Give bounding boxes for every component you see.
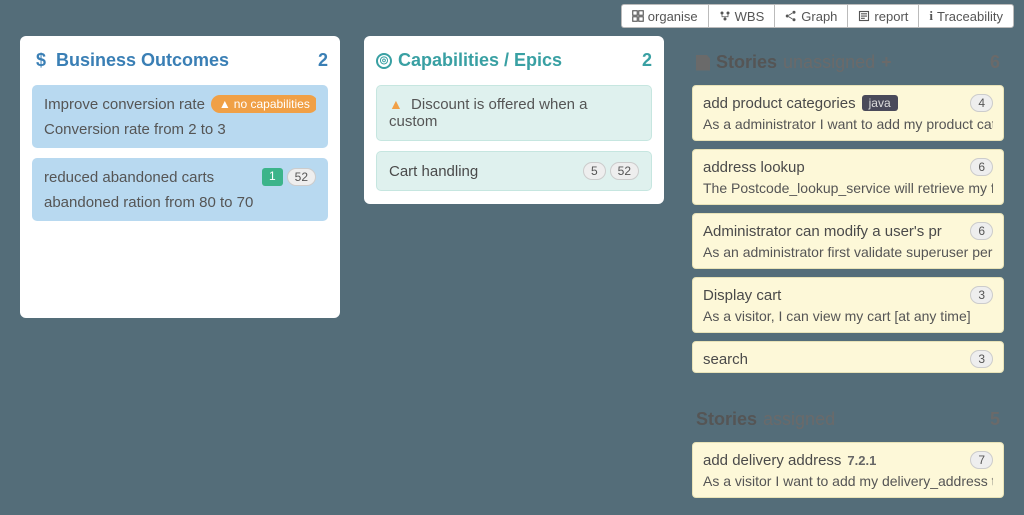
story-title: add product categories: [703, 95, 856, 112]
count-badge: 1: [262, 168, 283, 186]
story-desc: As a visitor I want to add my delivery_a…: [703, 473, 993, 489]
report-icon: [858, 10, 870, 22]
traceability-button[interactable]: i Traceability: [918, 4, 1014, 28]
graph-button[interactable]: Graph: [774, 4, 847, 28]
graph-icon: [785, 10, 797, 22]
capabilities-count: 2: [642, 50, 652, 71]
outcomes-header: $ Business Outcomes 2: [32, 50, 328, 71]
dollar-icon: $: [32, 52, 50, 70]
capability-card-title: Cart handling: [389, 163, 478, 180]
wbs-button[interactable]: WBS: [708, 4, 775, 28]
outcome-card-title: Improve conversion rate: [44, 96, 205, 113]
add-story-button[interactable]: +: [881, 52, 892, 73]
story-card[interactable]: add product categories java 4 As a admin…: [692, 85, 1004, 141]
story-card[interactable]: address lookup 6 The Postcode_lookup_ser…: [692, 149, 1004, 205]
no-capabilities-badge: ▲ no capabilities: [211, 95, 316, 113]
story-card[interactable]: search 3: [692, 341, 1004, 373]
points-badge: 6: [970, 158, 993, 176]
stories-title: Stories: [716, 52, 777, 73]
story-card[interactable]: Administrator can modify a user's pr 6 A…: [692, 213, 1004, 269]
story-desc: The Postcode_lookup_service will retriev…: [703, 180, 993, 196]
capability-card[interactable]: ▲ Discount is offered when a custom: [376, 85, 652, 141]
capabilities-header: Capabilities / Epics 2: [376, 50, 652, 71]
target-icon: [376, 53, 392, 69]
outcomes-count: 2: [318, 50, 328, 71]
outcomes-column: $ Business Outcomes 2 Improve conversion…: [20, 36, 340, 318]
organise-icon: [632, 10, 644, 22]
stories-unassigned-panel: Stories unassigned + 6 add product categ…: [688, 42, 1008, 373]
report-label: report: [874, 9, 908, 24]
tag-badge: java: [862, 95, 898, 111]
wbs-icon: [719, 10, 731, 22]
badge-text: no capabilities: [234, 97, 310, 111]
traceability-label: Traceability: [937, 9, 1003, 24]
effort-badge: 52: [610, 162, 639, 180]
capability-card-title: Discount is offered when a custom: [389, 96, 588, 130]
story-title: search: [703, 351, 748, 368]
capabilities-title: Capabilities / Epics: [398, 50, 562, 71]
report-button[interactable]: report: [847, 4, 918, 28]
story-card[interactable]: Display cart 3 As a visitor, I can view …: [692, 277, 1004, 333]
story-title: address lookup: [703, 159, 805, 176]
stories-count: 6: [990, 52, 1000, 73]
points-badge: 4: [970, 94, 993, 112]
warning-icon: ▲: [219, 97, 231, 111]
story-desc: As a administrator I want to add my prod…: [703, 116, 993, 132]
stories-count: 5: [990, 409, 1000, 430]
info-icon: i: [929, 8, 933, 24]
outcomes-title: Business Outcomes: [56, 50, 229, 71]
story-card[interactable]: add delivery address 7.2.1 7 As a visito…: [692, 442, 1004, 498]
outcome-card[interactable]: Improve conversion rate ▲ no capabilitie…: [32, 85, 328, 148]
stories-column: Stories unassigned + 6 add product categ…: [688, 42, 1008, 515]
story-desc: As a visitor, I can view my cart [at any…: [703, 308, 993, 324]
stories-subtitle: unassigned: [783, 52, 875, 73]
stories-title: Stories: [696, 409, 757, 430]
points-badge: 3: [970, 286, 993, 304]
points-badge: 7: [970, 451, 993, 469]
graph-label: Graph: [801, 9, 837, 24]
view-toolbar: organise WBS Graph report i Traceability: [621, 4, 1014, 28]
count-badge: 5: [583, 162, 606, 180]
outcome-card-title: reduced abandoned carts: [44, 169, 214, 186]
points-badge: 6: [970, 222, 993, 240]
stories-assigned-panel: Stories assigned 5 add delivery address …: [688, 399, 1008, 506]
points-badge: 3: [970, 350, 993, 368]
capability-card[interactable]: Cart handling 5 52: [376, 151, 652, 191]
version-label: 7.2.1: [847, 453, 876, 468]
organise-label: organise: [648, 9, 698, 24]
wbs-label: WBS: [735, 9, 765, 24]
outcome-card-desc: abandoned ration from 80 to 70: [44, 194, 316, 211]
outcome-card[interactable]: reduced abandoned carts 1 52 abandoned r…: [32, 158, 328, 221]
capabilities-column: Capabilities / Epics 2 ▲ Discount is off…: [364, 36, 664, 204]
effort-badge: 52: [287, 168, 316, 186]
outcome-card-desc: Conversion rate from 2 to 3: [44, 121, 316, 138]
warning-icon: ▲: [389, 96, 403, 112]
story-title: Display cart: [703, 287, 781, 304]
organise-button[interactable]: organise: [621, 4, 708, 28]
document-icon: [696, 55, 710, 71]
story-title: Administrator can modify a user's pr: [703, 223, 942, 240]
story-desc: As an administrator first validate super…: [703, 244, 993, 260]
board: $ Business Outcomes 2 Improve conversion…: [0, 0, 1024, 515]
stories-subtitle: assigned: [763, 409, 835, 430]
story-title: add delivery address: [703, 452, 841, 469]
